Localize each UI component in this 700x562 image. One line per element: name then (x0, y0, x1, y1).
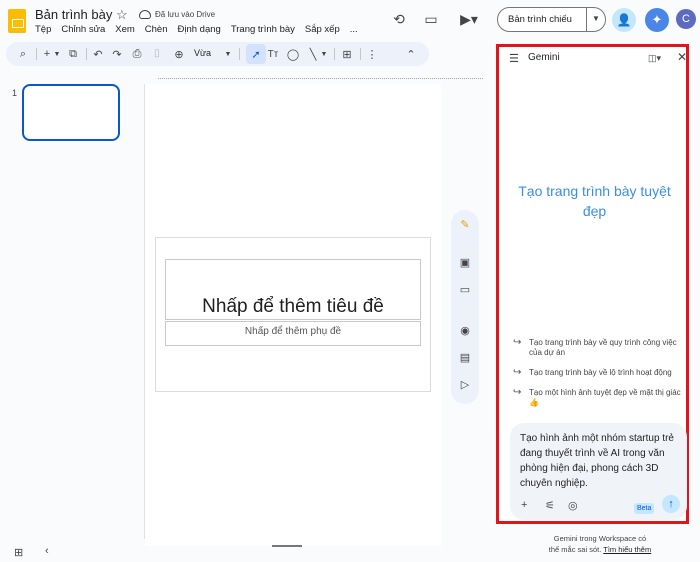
meet-video-icon[interactable]: ▶▾ (455, 10, 483, 28)
learn-more-link[interactable]: Tìm hiểu thêm (603, 545, 651, 554)
star-icon[interactable]: ☆ (116, 7, 128, 23)
gemini-panel-title: Gemini (528, 52, 560, 63)
text-box-icon[interactable]: Tт (266, 46, 280, 62)
menu-bar: Tệp Chỉnh sửa Xem Chèn Định dạng Trang t… (35, 24, 368, 35)
magic-wand-icon[interactable]: ✎ (458, 217, 472, 231)
line-chevron-icon[interactable]: ▼ (320, 46, 328, 62)
comment-icon[interactable]: ▭ (422, 10, 440, 28)
gemini-headline: Tạo trang trình bày tuyệt đẹp (518, 183, 671, 219)
suggestion-text: Tạo một hình ảnh tuyệt đẹp về mặt thị gi… (529, 388, 681, 407)
folder-icon[interactable]: ▭ (458, 282, 472, 296)
avatar[interactable]: C (676, 9, 696, 29)
toolbar: ⌕ + ▼ ⧉ ↶ ↷ ⎙ ⌷ ⊕ Vừa ▼ ➚ Tт ◯ ╲ ▼ ⊞ ⋮ ⌃ (6, 42, 429, 66)
print-icon[interactable]: ⎙ (130, 46, 144, 62)
present-button[interactable]: Bản trình chiếu ▼ (497, 7, 606, 32)
present-divider (586, 8, 587, 31)
suggestion-arrow-icon: ↪ (513, 337, 522, 348)
share-button[interactable]: 👤 (612, 8, 636, 32)
suggestion-arrow-icon: ↪ (513, 387, 522, 398)
slides-logo-icon[interactable] (8, 9, 26, 33)
slide-number: 1 (12, 88, 18, 98)
menu-edit[interactable]: Chỉnh sửa (61, 24, 105, 35)
menu-file[interactable]: Tệp (35, 24, 51, 35)
toolbar-divider (360, 48, 361, 60)
present-options-chevron-icon[interactable]: ▼ (592, 14, 600, 23)
suggestion-item[interactable]: ↪ Tạo trang trình bày về quy trình công … (513, 338, 688, 358)
hamburger-menu-icon[interactable]: ☰ (509, 52, 519, 65)
subtitle-placeholder: Nhấp để thêm phụ đề (244, 326, 342, 337)
disclaimer-text: thể mắc sai sót. (548, 545, 602, 554)
left-ruler (144, 84, 145, 539)
panel-layout-icon[interactable]: ◫▾ (648, 53, 661, 64)
subtitle-placeholder-box[interactable]: Nhấp để thêm phụ đề (165, 321, 421, 346)
line-icon[interactable]: ╲ (306, 46, 320, 62)
captions-icon[interactable]: ▤ (458, 350, 472, 364)
tools-sliders-icon[interactable]: ⚟ (545, 499, 555, 512)
disclaimer-line1: Gemini trong Workspace có (553, 534, 647, 543)
send-button[interactable]: ↑ (662, 495, 680, 513)
history-icon[interactable]: ⟲ (390, 10, 408, 28)
menu-arrange[interactable]: Sắp xếp (305, 24, 340, 35)
present-label: Bản trình chiếu (508, 14, 572, 25)
zoom-chevron-icon[interactable]: ▼ (224, 46, 232, 62)
suggestion-text: Tạo trang trình bày về lộ trình hoạt độn… (529, 368, 672, 377)
speaker-notes-handle[interactable] (272, 545, 302, 547)
suggestion-item[interactable]: ↪ Tạo trang trình bày về lộ trình hoạt đ… (513, 368, 688, 378)
slides-app: Bản trình bày ☆ Đã lưu vào Drive Tệp Chỉ… (0, 0, 700, 562)
menu-insert[interactable]: Chèn (145, 24, 168, 35)
gemini-panel: ☰ Gemini ◫▾ ✕ Tạo trang trình bày tuyệt … (496, 44, 689, 524)
suggestion-text: Tạo trang trình bày về quy trình công vi… (529, 338, 677, 357)
gemini-spark-icon: ✦ (651, 12, 663, 27)
title-placeholder-box[interactable]: Nhấp để thêm tiêu đề (165, 259, 421, 320)
menu-format[interactable]: Định dạng (178, 24, 221, 35)
prompt-input[interactable]: Tạo hình ảnh một nhóm startup trẻ đang t… (510, 423, 687, 520)
send-arrow-icon: ↑ (668, 498, 674, 510)
title-placeholder: Nhấp để thêm tiêu đề (202, 296, 384, 317)
menu-view[interactable]: Xem (115, 24, 135, 35)
palette-icon[interactable]: ◎ (568, 499, 578, 512)
collapse-toolbar-chevron-icon[interactable]: ⌃ (404, 46, 418, 62)
menu-more[interactable]: ... (350, 24, 358, 35)
gemini-button[interactable]: ✦ (645, 8, 669, 32)
undo-icon[interactable]: ↶ (91, 46, 105, 62)
menu-slide[interactable]: Trang trình bày (231, 24, 295, 35)
zoom-icon[interactable]: ⊕ (172, 46, 186, 62)
document-title[interactable]: Bản trình bày (35, 7, 112, 22)
save-status: Đã lưu vào Drive (155, 10, 216, 19)
new-slide-icon[interactable]: + (40, 46, 54, 62)
suggestion-arrow-icon: ↪ (513, 367, 522, 378)
collapse-filmstrip-chevron-icon[interactable]: ‹ (45, 545, 49, 557)
top-ruler (158, 78, 483, 84)
grid-view-icon[interactable]: ⊞ (14, 546, 23, 559)
search-menus-icon[interactable]: ⌕ (16, 46, 30, 62)
disclaimer-line2: thể mắc sai sót. Tìm hiểu thêm (520, 544, 680, 555)
select-cursor-icon[interactable]: ➚ (249, 46, 263, 62)
slide-thumbnail[interactable] (22, 84, 120, 141)
gemini-disclaimer: Gemini trong Workspace có thể mắc sai só… (520, 533, 680, 555)
slideshow-icon[interactable]: ▷ (458, 377, 472, 391)
cloud-saved-icon[interactable] (139, 10, 151, 19)
add-person-icon: 👤 (616, 13, 632, 27)
close-icon[interactable]: ✕ (677, 50, 687, 64)
add-comment-icon[interactable]: ⊞ (340, 46, 354, 62)
insert-image-icon[interactable]: ⧉ (66, 46, 80, 62)
prompt-text: Tạo hình ảnh một nhóm startup trẻ đang t… (520, 433, 674, 489)
new-slide-chevron-icon[interactable]: ▼ (53, 46, 61, 62)
image-gallery-icon[interactable]: ▣ (458, 255, 472, 269)
add-icon[interactable]: + (521, 499, 527, 511)
toolbar-divider (36, 48, 37, 60)
beta-badge: Beta (634, 503, 655, 514)
toolbar-divider (86, 48, 87, 60)
zoom-select[interactable]: Vừa (194, 48, 211, 58)
paint-format-icon[interactable]: ⌷ (150, 46, 164, 62)
shape-icon[interactable]: ◯ (286, 46, 300, 62)
side-tools-rail: ✎ ▣ ▭ ◉ ▤ ▷ (451, 210, 479, 404)
toolbar-divider (334, 48, 335, 60)
toolbar-divider (239, 48, 240, 60)
redo-icon[interactable]: ↷ (110, 46, 124, 62)
record-icon[interactable]: ◉ (458, 323, 472, 337)
suggestion-item[interactable]: ↪ Tạo một hình ảnh tuyệt đẹp về mặt thị … (513, 388, 688, 408)
more-options-icon[interactable]: ⋮ (366, 46, 378, 62)
